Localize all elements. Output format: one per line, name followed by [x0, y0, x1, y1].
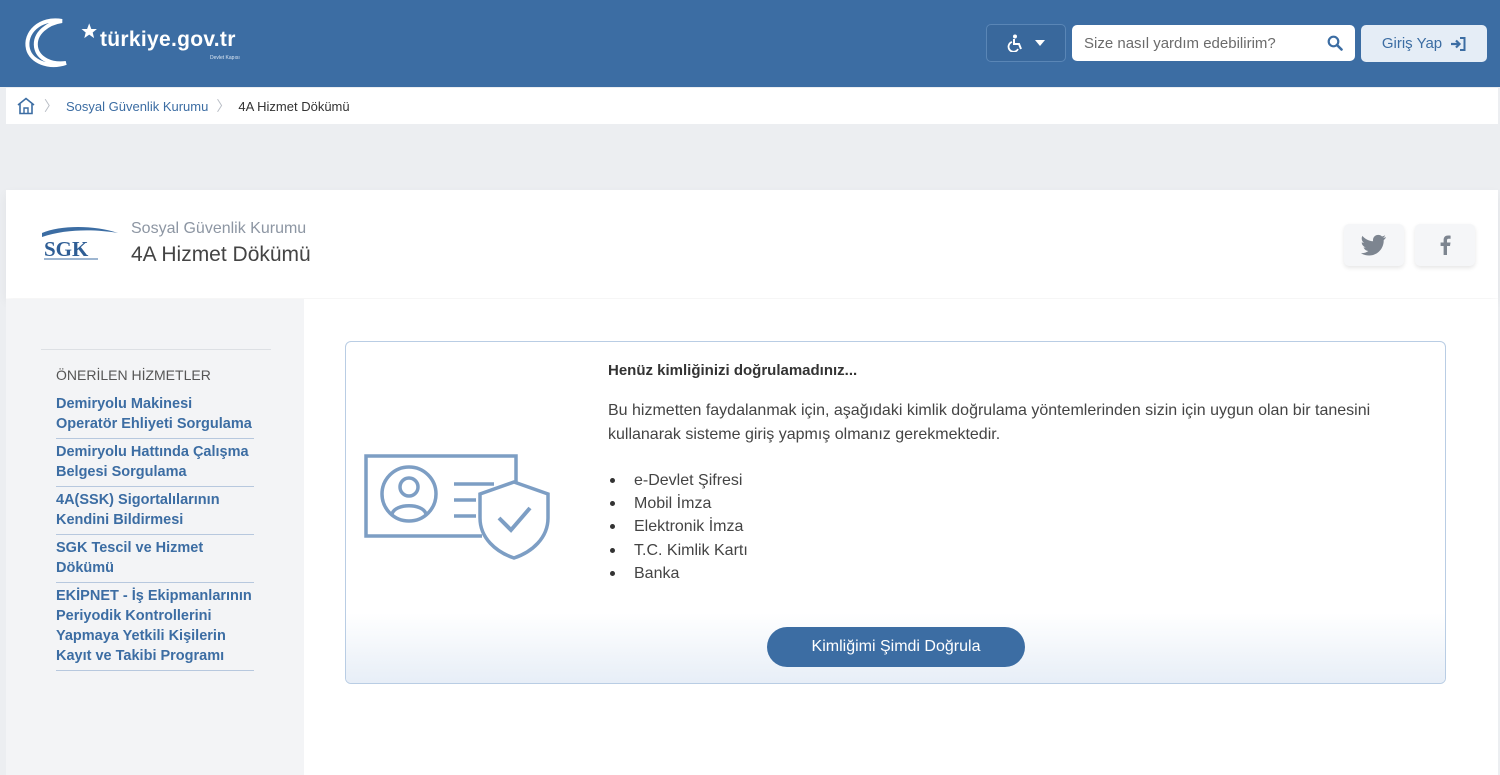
breadcrumb: 〉 Sosyal Güvenlik Kurumu 〉 4A Hizmet Dök… — [6, 88, 1498, 124]
caret-down-icon — [1035, 40, 1045, 46]
search-box — [1072, 25, 1355, 61]
service-header: SGK Sosyal Güvenlik Kurumu 4A Hizmet Dök… — [6, 190, 1498, 298]
sidebar-item[interactable]: 4A(SSK) Sigortalılarının Kendini Bildirm… — [56, 487, 254, 535]
auth-title: Henüz kimliğinizi doğrulamadınız... — [608, 362, 858, 379]
auth-description: Bu hizmetten faydalanmak için, aşağıdaki… — [608, 402, 1371, 443]
search-icon[interactable] — [1327, 35, 1343, 51]
crescent-star-logo-icon — [25, 18, 97, 68]
facebook-share-button[interactable] — [1415, 224, 1475, 266]
sign-in-icon — [1451, 36, 1466, 51]
recommended-services-list: Demiryolu Makinesi Operatör Ehliyeti Sor… — [56, 391, 254, 671]
twitter-share-button[interactable] — [1344, 224, 1404, 266]
sidebar-heading: ÖNERİLEN HİZMETLER — [56, 367, 211, 383]
sidebar: ÖNERİLEN HİZMETLER Demiryolu Makinesi Op… — [6, 299, 304, 775]
login-label: Giriş Yap — [1381, 35, 1443, 52]
wheelchair-icon — [1007, 34, 1022, 52]
accessibility-menu-button[interactable] — [986, 24, 1066, 62]
sidebar-item[interactable]: Demiryolu Hattında Çalışma Belgesi Sorgu… — [56, 439, 254, 487]
verify-identity-button[interactable]: Kimliğimi Şimdi Doğrula — [767, 627, 1025, 667]
logo-subtext: Devlet Kapısı — [210, 55, 240, 61]
auth-required-panel: Henüz kimliğinizi doğrulamadınız... Bu h… — [345, 341, 1446, 684]
facebook-icon — [1440, 235, 1451, 255]
breadcrumb-separator: 〉 — [216, 98, 231, 114]
sidebar-divider — [41, 349, 271, 350]
sgk-logo-icon: SGK — [42, 227, 118, 261]
logo-text: türkiye.gov.tr — [100, 28, 236, 51]
auth-method-item: e-Devlet Şifresi — [608, 469, 748, 492]
home-icon[interactable] — [16, 97, 36, 115]
auth-method-item: Elektronik İmza — [608, 515, 748, 538]
search-input[interactable] — [1084, 34, 1327, 52]
svg-text:SGK: SGK — [44, 237, 89, 261]
auth-method-item: Mobil İmza — [608, 492, 748, 515]
sidebar-item[interactable]: EKİPNET - İş Ekipmanlarının Periyodik Ko… — [56, 583, 254, 671]
breadcrumb-separator: 〉 — [44, 98, 58, 114]
turkiye-gov-logo[interactable]: türkiye.gov.tr Devlet Kapısı — [22, 14, 282, 72]
sidebar-item[interactable]: Demiryolu Makinesi Operatör Ehliyeti Sor… — [56, 391, 254, 439]
breadcrumb-item-current: 4A Hizmet Dökümü — [238, 98, 350, 114]
auth-methods-list: e-Devlet Şifresi Mobil İmza Elektronik İ… — [608, 469, 748, 585]
agency-name: Sosyal Güvenlik Kurumu — [131, 220, 307, 237]
top-header: türkiye.gov.tr Devlet Kapısı Giriş Yap — [0, 0, 1500, 87]
page-title: 4A Hizmet Dökümü — [131, 243, 311, 266]
auth-method-item: Banka — [608, 562, 748, 585]
sidebar-item[interactable]: SGK Tescil ve Hizmet Dökümü — [56, 535, 254, 583]
twitter-icon — [1361, 234, 1386, 256]
breadcrumb-item-sgk[interactable]: Sosyal Güvenlik Kurumu — [66, 99, 208, 114]
auth-method-item: T.C. Kimlik Kartı — [608, 539, 748, 562]
id-card-shield-icon — [364, 454, 550, 560]
login-button[interactable]: Giriş Yap — [1361, 25, 1487, 62]
